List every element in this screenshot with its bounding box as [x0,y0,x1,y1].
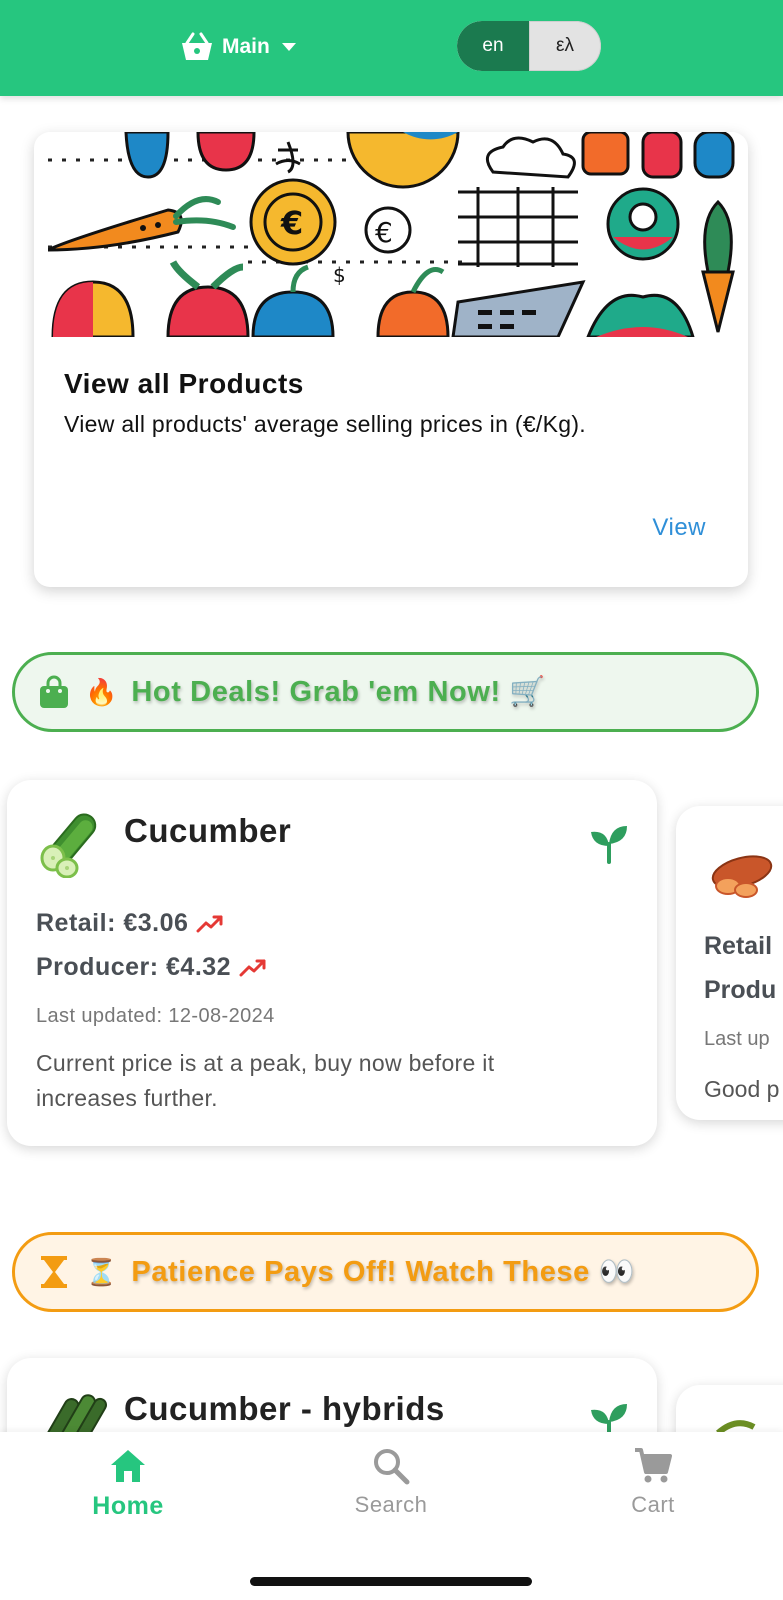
hourglass-icon [37,1255,71,1289]
cucumber-image [40,813,97,878]
product-name: Cucumber - hybrids [124,1390,445,1427]
price-advice: Good p [704,1076,780,1102]
retail-price-text: Retail [704,932,773,960]
nav-cart[interactable]: Cart [573,1446,733,1518]
home-indicator [250,1577,532,1586]
product-name: Cucumber [124,812,292,849]
trending-up-icon [239,959,266,976]
shopping-bag-icon [37,675,71,709]
hourglass-emoji-icon: ⏳ [85,1256,118,1287]
products-illustration: € € $ [48,132,736,337]
svg-text:€: € [280,204,303,242]
producer-price-text: Producer: €4.32 [36,953,232,981]
chevron-down-icon [281,43,296,51]
producer-price-text: Produ [704,976,777,1004]
svg-text:$: $ [333,263,346,287]
nav-home[interactable]: Home [48,1446,208,1521]
store-selector[interactable]: Main [180,28,296,66]
nav-search[interactable]: Search [311,1446,471,1518]
language-option-en[interactable]: en [457,21,529,71]
nav-cart-label: Cart [631,1492,675,1517]
nav-search-label: Search [354,1492,428,1517]
retail-price: Retail: €3.06 [36,909,224,938]
basket-icon [182,32,212,60]
sweet-potato-image [711,855,773,898]
view-products-button[interactable]: View [652,514,706,542]
producer-price: Producer: €4.32 [36,953,267,982]
hot-deals-header: 🔥 Hot Deals! Grab 'em Now! 🛒 [12,652,759,732]
bottom-navigation: Home Search Cart [0,1432,783,1600]
language-option-el[interactable]: ελ [529,21,601,71]
search-icon [374,1449,410,1485]
home-icon [111,1450,145,1482]
all-products-card: € € $ View all Products View all product… [34,132,748,587]
watch-these-header: ⏳ Patience Pays Off! Watch These 👀 [12,1232,759,1312]
last-updated: Last updated: 12-08-2024 [36,1005,275,1027]
retail-price-text: Retail: €3.06 [36,909,189,937]
cart-icon [635,1448,672,1483]
language-toggle: en ελ [457,21,601,71]
hot-deals-title: Hot Deals! Grab 'em Now! 🛒 [131,676,547,708]
trending-up-icon [196,915,223,932]
price-advice: Current price is at a peak, buy now befo… [36,1050,495,1111]
top-app-bar: Main en ελ [0,0,783,96]
svg-text:€: € [375,216,393,249]
store-label: Main [222,35,270,58]
product-card-cucumber[interactable]: Cucumber Retail: €3.06 Producer: €4.32 L… [7,780,657,1146]
last-updated: Last up [704,1028,770,1050]
watch-these-title: Patience Pays Off! Watch These 👀 [131,1256,636,1288]
product-card-next[interactable]: Retail Produ Last up Good p [676,806,783,1120]
fire-icon: 🔥 [85,676,118,707]
sprout-icon [591,826,627,864]
card-description: View all products' average selling price… [64,411,586,437]
card-title: View all Products [64,368,304,399]
nav-home-label: Home [92,1492,164,1520]
